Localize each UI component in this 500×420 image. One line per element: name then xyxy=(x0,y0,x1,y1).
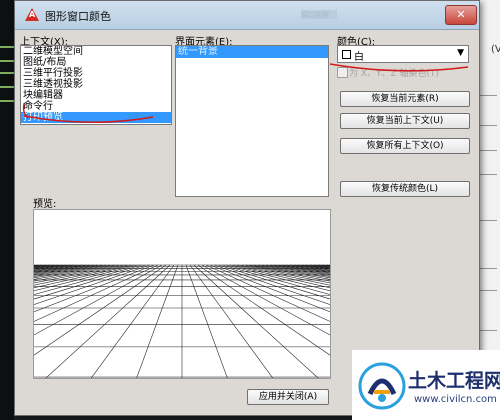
grid-line xyxy=(34,264,51,267)
grid-line xyxy=(34,264,55,268)
grid-line xyxy=(233,264,330,286)
desktop-background xyxy=(0,0,14,420)
context-item-3d-perspective[interactable]: 三维透视投影 xyxy=(21,79,171,90)
context-item-block-editor[interactable]: 块编辑器 xyxy=(21,90,171,101)
grid-line xyxy=(34,264,119,280)
grid-line xyxy=(245,264,330,280)
background-window-text: (V xyxy=(491,44,500,55)
grid-line xyxy=(34,264,111,277)
grid-line xyxy=(45,264,171,378)
grid-line xyxy=(34,264,91,272)
grid-line xyxy=(253,264,330,277)
blurred-window-title: 窗口名称 xyxy=(301,10,337,19)
grid-line xyxy=(193,264,319,378)
context-list[interactable]: 二维模型空间 图纸/布局 三维平行投影 三维透视投影 块编辑器 命令行 打印预览 xyxy=(20,45,172,125)
grid-line xyxy=(34,264,155,313)
grid-line xyxy=(34,264,123,282)
context-item-layout[interactable]: 图纸/布局 xyxy=(21,57,171,68)
close-button[interactable]: ✕ xyxy=(445,5,477,25)
watermark: 土木工程网 www.civilcn.com xyxy=(352,350,500,420)
grid-line xyxy=(34,264,115,279)
chevron-down-icon: ▼ xyxy=(457,48,464,58)
grid-line xyxy=(261,264,330,275)
close-icon: ✕ xyxy=(456,8,466,21)
grid-line xyxy=(265,264,330,274)
grid-line xyxy=(34,264,99,274)
grid-line xyxy=(249,264,330,279)
preview-label: 预览: xyxy=(33,199,57,210)
grid-line xyxy=(34,264,159,322)
color-dropdown[interactable]: 白 ▼ xyxy=(337,45,469,63)
grid-line xyxy=(34,264,95,273)
restore-classic-colors-button[interactable]: 恢复传统颜色(L) xyxy=(340,181,470,197)
color-value: 白 xyxy=(354,52,364,63)
dialog-title: 图形窗口颜色 xyxy=(45,10,111,23)
context-item-3d-parallel[interactable]: 三维平行投影 xyxy=(21,68,171,79)
grid-line xyxy=(309,264,330,268)
preview-grid xyxy=(34,264,330,378)
tint-axes-label: 为 X、Y、Z 轴染色(T) xyxy=(349,69,440,79)
tint-axes-checkbox[interactable] xyxy=(337,67,348,78)
context-item-command-line[interactable]: 命令行 xyxy=(21,101,171,112)
restore-current-context-button[interactable]: 恢复当前上下文(U) xyxy=(340,113,470,129)
grid-line xyxy=(209,264,330,313)
restore-current-element-button[interactable]: 恢复当前元素(R) xyxy=(340,91,470,107)
dialog-titlebar[interactable]: A 图形窗口颜色 窗口名称 ✕ xyxy=(15,1,479,30)
preview-panel xyxy=(33,209,331,379)
grid-line xyxy=(313,264,330,267)
restore-all-contexts-button[interactable]: 恢复所有上下文(O) xyxy=(340,138,470,154)
grid-line xyxy=(34,264,103,275)
color-swatch xyxy=(342,50,351,59)
grid-line xyxy=(269,264,330,273)
watermark-title: 土木工程网 xyxy=(408,370,500,392)
grid-line xyxy=(34,264,131,286)
grid-line xyxy=(273,264,330,272)
app-icon-letter: A xyxy=(29,10,36,19)
context-item-print-preview[interactable]: 打印预览 xyxy=(21,112,171,123)
grid-line xyxy=(241,264,330,282)
watermark-url: www.civilcn.com xyxy=(414,394,497,405)
context-item-2d-model[interactable]: 二维模型空间 xyxy=(21,46,171,57)
apply-and-close-button[interactable]: 应用并关闭(A) xyxy=(247,389,329,405)
interface-elements-list[interactable]: 统一背景 xyxy=(175,45,329,197)
element-item-uniform-background[interactable]: 统一背景 xyxy=(176,46,328,58)
civilcn-logo xyxy=(358,362,406,410)
grid-line xyxy=(205,264,330,322)
